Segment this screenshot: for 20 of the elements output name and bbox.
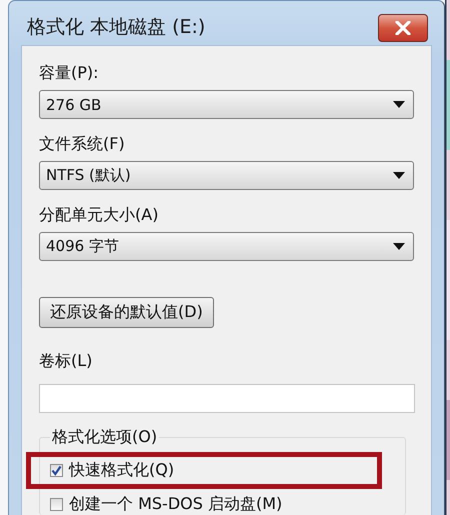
checkbox-label: 快速格式化(Q)	[69, 460, 174, 481]
caret-icon	[393, 172, 405, 179]
dropdown[interactable]: NTFS (默认)	[39, 161, 414, 190]
field-label: 分配单元大小(A)	[39, 204, 158, 226]
caret-icon	[393, 101, 405, 108]
checkbox[interactable]	[50, 464, 63, 477]
field-label: 容量(P):	[39, 62, 99, 84]
group-title: 格式化选项(O)	[51, 427, 158, 448]
close-icon	[395, 21, 411, 35]
dropdown[interactable]: 276 GB	[39, 90, 414, 119]
checkbox[interactable]	[50, 498, 63, 510]
checkbox-label: 创建一个 MS-DOS 启动盘(M)	[69, 494, 282, 514]
field-label: 文件系统(F)	[39, 133, 125, 155]
dropdown[interactable]: 4096 字节	[39, 232, 414, 261]
input-field[interactable]	[39, 384, 415, 413]
restore-defaults-button[interactable]: 还原设备的默认值(D)	[39, 297, 214, 328]
window-title: 格式化 本地磁盘 (E:)	[27, 15, 206, 40]
caret-icon	[393, 243, 405, 250]
field-label: 卷标(L)	[39, 350, 92, 372]
close-button[interactable]	[378, 14, 428, 42]
